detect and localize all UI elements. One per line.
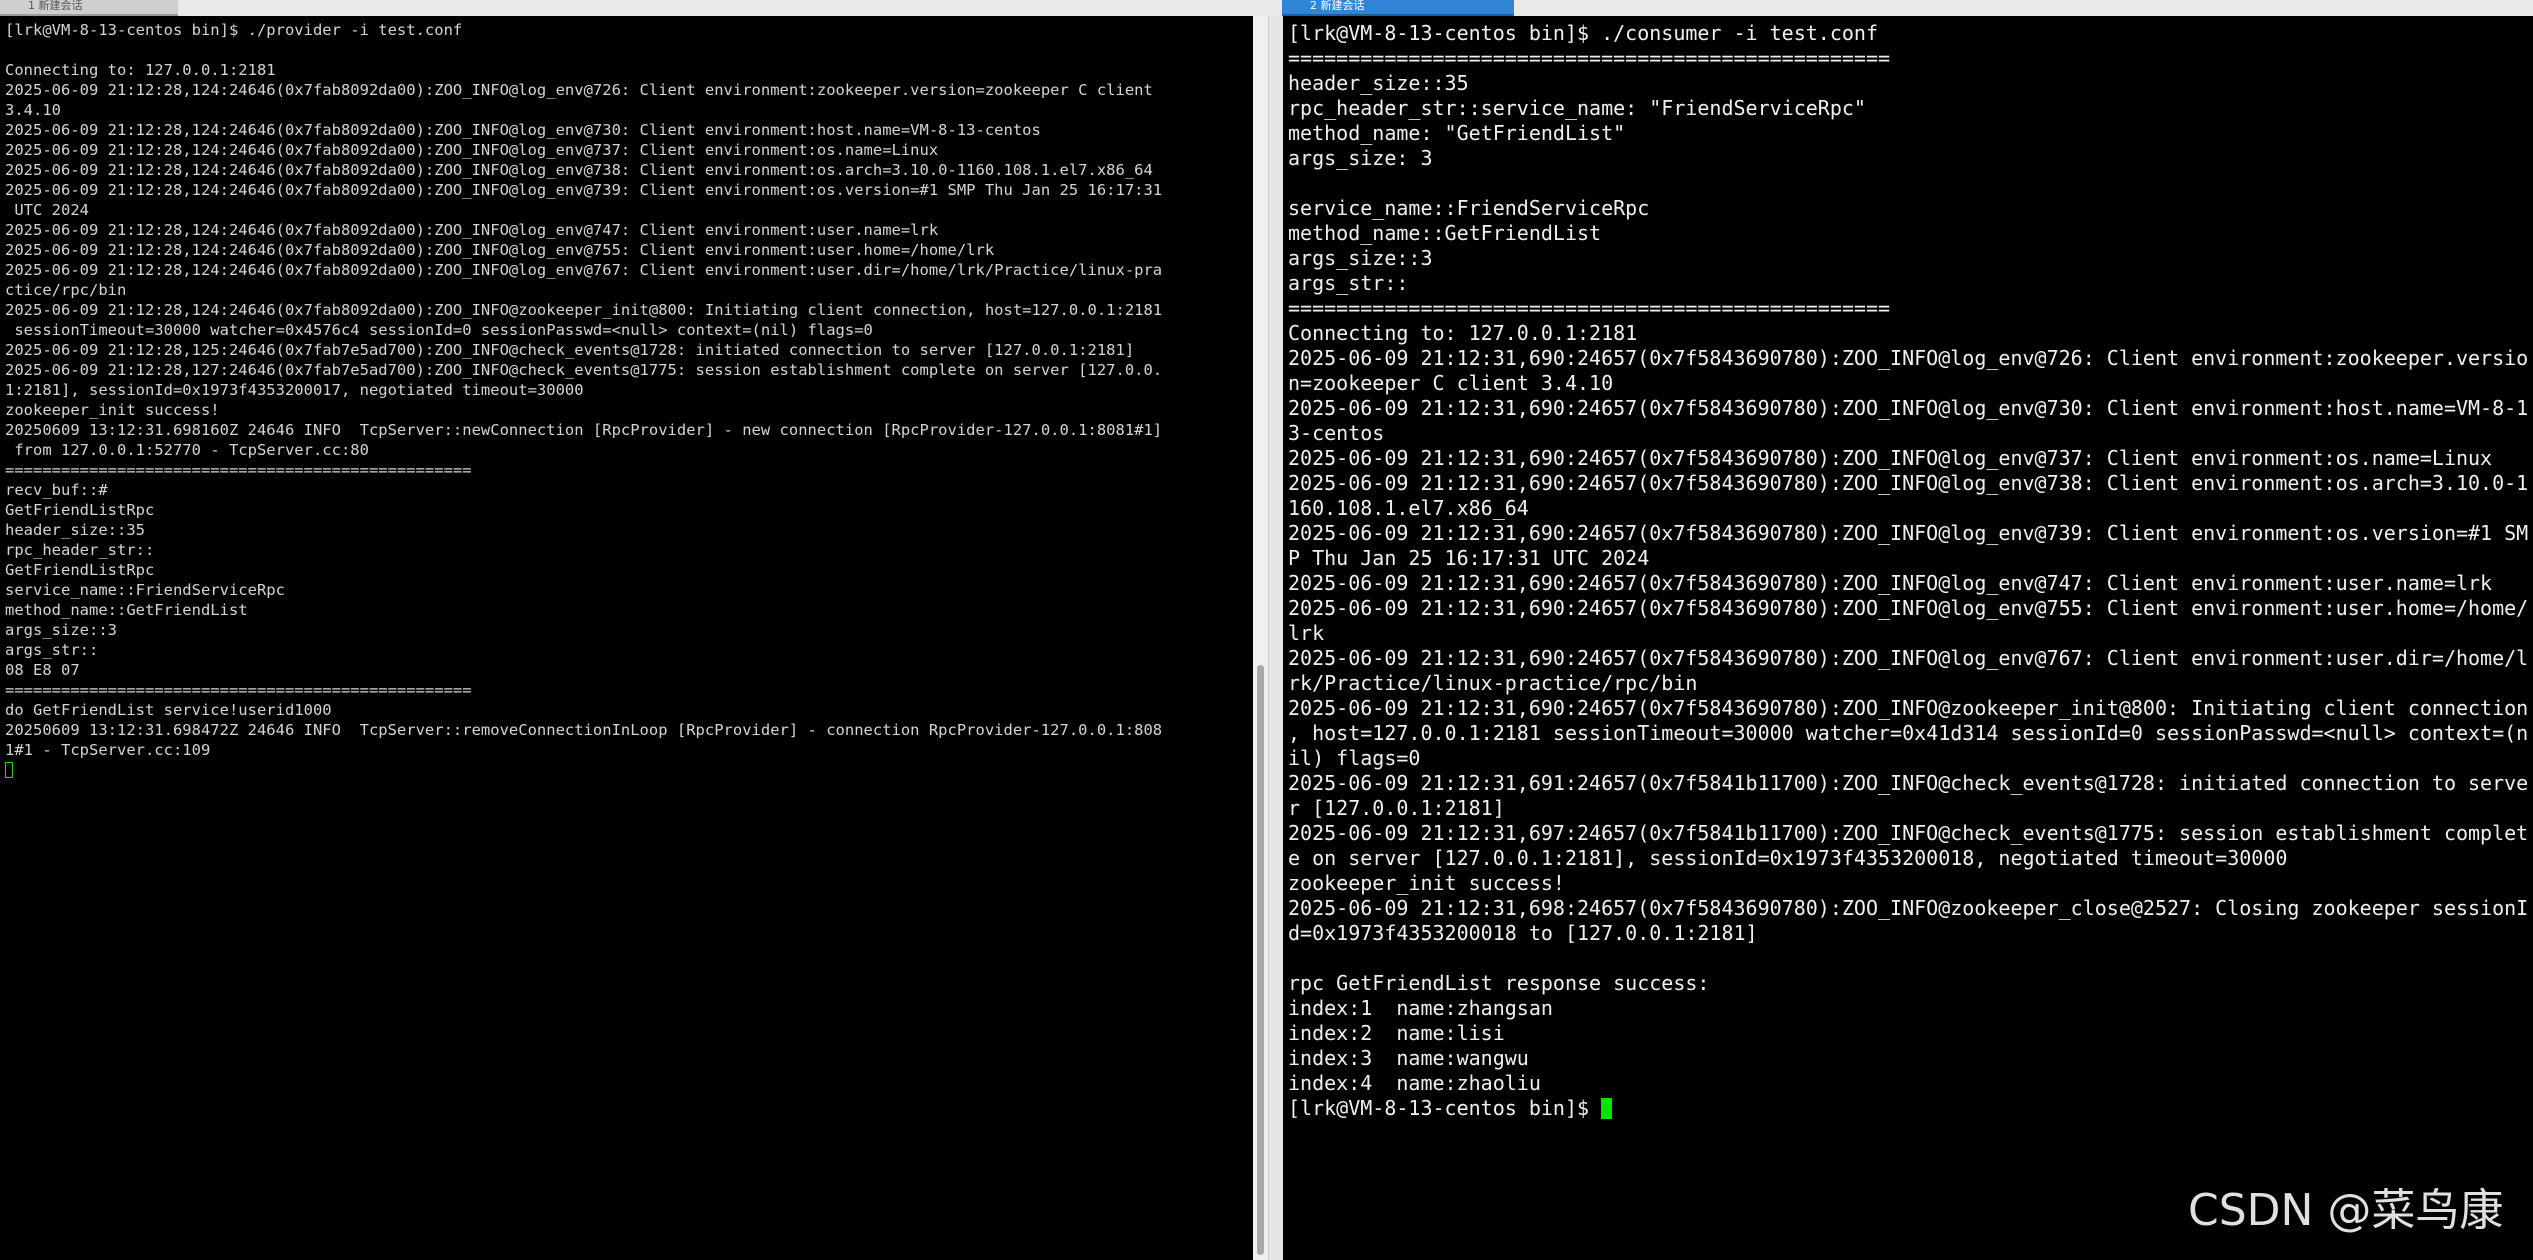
terminal-line: 20250609 13:12:31.698472Z 24646 INFO Tcp… <box>5 721 1163 739</box>
provider-log-lines: Connecting to: 127.0.0.1:2181 2025-06-09… <box>5 41 1162 759</box>
terminal-line: 2025-06-09 21:12:28,124:24646(0x7fab8092… <box>5 181 1163 199</box>
terminal-line: 2025-06-09 21:12:28,124:24646(0x7fab8092… <box>5 261 1163 279</box>
terminal-line: args_str:: <box>5 641 99 659</box>
terminal-line: 2025-06-09 21:12:28,124:24646(0x7fab8092… <box>5 121 1041 139</box>
terminal-line: 2025-06-09 21:12:31,690:24657(0x7f584369… <box>1288 471 2529 495</box>
consumer-cursor <box>1601 1098 1613 1119</box>
terminal-line: ========================================… <box>1288 46 1891 70</box>
csdn-watermark: CSDN @菜鸟康 <box>2188 1185 2504 1236</box>
terminal-line: 2025-06-09 21:12:28,124:24646(0x7fab8092… <box>5 301 1163 319</box>
terminal-line: il) flags=0 <box>1288 746 1421 770</box>
terminal-line: GetFriendListRpc <box>5 561 155 579</box>
terminal-line: service_name::FriendServiceRpc <box>5 581 285 599</box>
terminal-line: 2025-06-09 21:12:31,697:24657(0x7f5841b1… <box>1288 821 2529 845</box>
terminal-line: r [127.0.0.1:2181] <box>1288 796 1505 820</box>
terminal-line: args_size: 3 <box>1288 146 1433 170</box>
terminal-line: rpc_header_str:: <box>5 541 155 559</box>
terminal-line: ========================================… <box>5 681 472 699</box>
terminal-line: 2025-06-09 21:12:31,691:24657(0x7f5841b1… <box>1288 771 2529 795</box>
provider-cursor <box>5 762 13 778</box>
terminal-line: 2025-06-09 21:12:31,690:24657(0x7f584369… <box>1288 696 2529 720</box>
terminal-line: index:3 name:wangwu <box>1288 1046 1529 1070</box>
terminal-line: Connecting to: 127.0.0.1:2181 <box>1288 321 1638 345</box>
terminal-line: 2025-06-09 21:12:28,124:24646(0x7fab8092… <box>5 161 1153 179</box>
terminal-line: 3.4.10 <box>5 101 61 119</box>
terminal-line: d=0x1973f4353200018 to [127.0.0.1:2181] <box>1288 921 1758 945</box>
terminal-line: 2025-06-09 21:12:28,124:24646(0x7fab8092… <box>5 81 1153 99</box>
terminal-line: 1#1 - TcpServer.cc:109 <box>5 741 211 759</box>
terminal-line: recv_buf::# <box>5 481 108 499</box>
terminal-line: do GetFriendList service!userid1000 <box>5 701 332 719</box>
session-tab-1[interactable]: 1 新建会话 <box>0 0 178 16</box>
terminal-line: P Thu Jan 25 16:17:31 UTC 2024 <box>1288 546 1650 570</box>
provider-terminal-pane[interactable]: [lrk@VM-8-13-centos bin]$ ./provider -i … <box>0 16 1253 1260</box>
terminal-line: service_name::FriendServiceRpc <box>1288 196 1650 220</box>
terminal-line: 2025-06-09 21:12:28,124:24646(0x7fab8092… <box>5 221 939 239</box>
terminal-line: 2025-06-09 21:12:28,124:24646(0x7fab8092… <box>5 241 995 259</box>
terminal-line: 2025-06-09 21:12:31,690:24657(0x7f584369… <box>1288 646 2529 670</box>
terminal-line: 160.108.1.el7.x86_64 <box>1288 496 1529 520</box>
terminal-line: sessionTimeout=30000 watcher=0x4576c4 se… <box>5 321 873 339</box>
terminal-line: index:2 name:lisi <box>1288 1021 1505 1045</box>
terminal-line: ========================================… <box>1288 296 1891 320</box>
terminal-line: ========================================… <box>5 461 472 479</box>
session-tab-bar: 1 新建会话 2 新建会话 <box>0 0 2533 16</box>
terminal-line: 20250609 13:12:31.698160Z 24646 INFO Tcp… <box>5 421 1163 439</box>
terminal-line: 2025-06-09 21:12:31,690:24657(0x7f584369… <box>1288 396 2529 420</box>
provider-prompt-command: [lrk@VM-8-13-centos bin]$ ./provider -i … <box>5 21 463 39</box>
terminal-line: 2025-06-09 21:12:28,125:24646(0x7fab7e5a… <box>5 341 1135 359</box>
provider-scrollbar-thumb[interactable] <box>1257 665 1264 1255</box>
session-tab-2-label: 2 新建会话 <box>1310 0 1365 12</box>
terminal-line: index:1 name:zhangsan <box>1288 996 1553 1020</box>
terminal-line: method_name::GetFriendList <box>1288 221 1602 245</box>
terminal-line: 2025-06-09 21:12:31,690:24657(0x7f584369… <box>1288 446 2493 470</box>
terminal-line: 2025-06-09 21:12:31,690:24657(0x7f584369… <box>1288 571 2493 595</box>
terminal-line: UTC 2024 <box>5 201 89 219</box>
consumer-log-lines: ========================================… <box>1288 46 2528 1095</box>
terminal-line: header_size::35 <box>1288 71 1469 95</box>
terminal-line: method_name::GetFriendList <box>5 601 248 619</box>
terminal-line: method_name: "GetFriendList" <box>1288 121 1626 145</box>
terminal-line: args_size::3 <box>1288 246 1433 270</box>
terminal-line: 3-centos <box>1288 421 1385 445</box>
terminal-line: Connecting to: 127.0.0.1:2181 <box>5 61 276 79</box>
terminal-line: ctice/rpc/bin <box>5 281 127 299</box>
provider-terminal-output: [lrk@VM-8-13-centos bin]$ ./provider -i … <box>5 20 1162 780</box>
terminal-line: args_size::3 <box>5 621 117 639</box>
terminal-line: 2025-06-09 21:12:28,127:24646(0x7fab7e5a… <box>5 361 1163 379</box>
terminal-line: index:4 name:zhaoliu <box>1288 1071 1541 1095</box>
terminal-line: , host=127.0.0.1:2181 sessionTimeout=300… <box>1288 721 2529 745</box>
session-tab-1-label: 1 新建会话 <box>28 0 83 12</box>
consumer-terminal-output: [lrk@VM-8-13-centos bin]$ ./consumer -i … <box>1288 21 2528 1121</box>
terminal-line: from 127.0.0.1:52770 - TcpServer.cc:80 <box>5 441 369 459</box>
terminal-line: GetFriendListRpc <box>5 501 155 519</box>
terminal-line: n=zookeeper C client 3.4.10 <box>1288 371 1614 395</box>
terminal-line: 2025-06-09 21:12:28,124:24646(0x7fab8092… <box>5 141 939 159</box>
terminal-line: args_str:: <box>1288 271 1409 295</box>
terminal-line: rpc GetFriendList response success: <box>1288 971 1710 995</box>
session-tab-2[interactable]: 2 新建会话 <box>1282 0 1514 16</box>
terminal-line: 2025-06-09 21:12:31,690:24657(0x7f584369… <box>1288 346 2529 370</box>
consumer-prompt-command: [lrk@VM-8-13-centos bin]$ ./consumer -i … <box>1288 21 1879 45</box>
terminal-line: 2025-06-09 21:12:31,690:24657(0x7f584369… <box>1288 521 2529 545</box>
terminal-line: header_size::35 <box>5 521 145 539</box>
terminal-line: 2025-06-09 21:12:31,690:24657(0x7f584369… <box>1288 596 2529 620</box>
terminal-line: 1:2181], sessionId=0x1973f4353200017, ne… <box>5 381 584 399</box>
terminal-line: 2025-06-09 21:12:31,698:24657(0x7f584369… <box>1288 896 2529 920</box>
consumer-terminal-pane[interactable]: [lrk@VM-8-13-centos bin]$ ./consumer -i … <box>1283 16 2533 1260</box>
consumer-final-prompt: [lrk@VM-8-13-centos bin]$ <box>1288 1096 1602 1120</box>
terminal-line: e on server [127.0.0.1:2181], sessionId=… <box>1288 846 2288 870</box>
terminal-line: zookeeper_init success! <box>5 401 220 419</box>
terminal-line: lrk <box>1288 621 1325 645</box>
terminal-line: rpc_header_str::service_name: "FriendSer… <box>1288 96 1866 120</box>
terminal-line: 08 E8 07 <box>5 661 80 679</box>
terminal-line: rk/Practice/linux-practice/rpc/bin <box>1288 671 1698 695</box>
terminal-line: zookeeper_init success! <box>1288 871 1565 895</box>
